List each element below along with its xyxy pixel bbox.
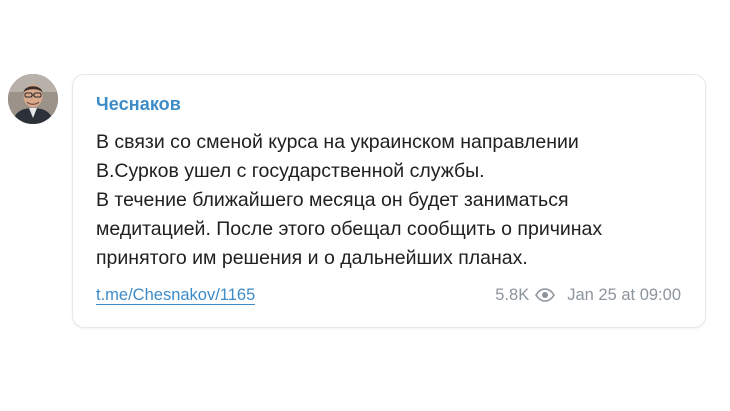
- message-line: В связи со сменой курса на украинском на…: [96, 131, 579, 153]
- author-name[interactable]: Чеснаков: [96, 94, 181, 115]
- message-line: принятого им решения и о дальнейших план…: [96, 247, 528, 269]
- message-line: В.Сурков ушел с государственной службы.: [96, 160, 485, 182]
- post-link[interactable]: t.me/Chesnakov/1165: [96, 286, 256, 305]
- message-meta: 5.8K Jan 25 at 09:00: [495, 286, 681, 304]
- avatar[interactable]: [8, 74, 58, 124]
- view-count: 5.8K: [495, 286, 530, 304]
- post-date: Jan 25 at 09:00: [567, 286, 681, 304]
- eye-icon: [535, 288, 556, 302]
- author-photo: [8, 74, 58, 124]
- message-text: В связи со сменой курса на украинском на…: [96, 128, 696, 273]
- message-bubble: Чеснаков В связи со сменой курса на укра…: [72, 74, 706, 328]
- message-footer: t.me/Chesnakov/1165 5.8K Jan 25 at 09:00: [96, 283, 681, 307]
- message-line: медитацией. После этого обещал сообщить …: [96, 218, 603, 240]
- message-line: В течение ближайшего месяца он будет зан…: [96, 189, 569, 211]
